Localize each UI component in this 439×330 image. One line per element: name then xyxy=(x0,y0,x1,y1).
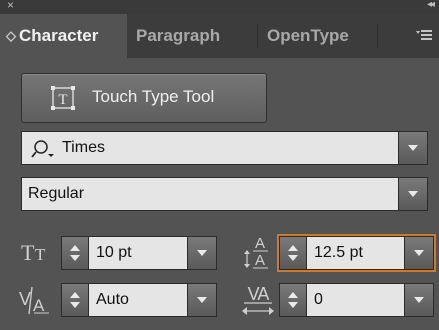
kerning-field[interactable]: Auto xyxy=(61,283,217,317)
tracking-stepper[interactable] xyxy=(280,284,307,316)
close-icon[interactable]: × xyxy=(7,0,14,12)
tracking-value: 0 xyxy=(314,291,323,308)
tab-paragraph-label: Paragraph xyxy=(136,26,221,45)
leading-value: 12.5 pt xyxy=(314,244,363,261)
collapse-icon[interactable]: ◂◂ xyxy=(427,0,435,10)
leading-stepper[interactable] xyxy=(280,237,307,269)
svg-text:VA: VA xyxy=(248,284,270,304)
tab-opentype[interactable]: OpenType xyxy=(258,14,378,58)
font-size-icon: T T xyxy=(20,236,54,271)
chevron-down-icon[interactable] xyxy=(404,237,433,269)
svg-text:A: A xyxy=(255,235,265,252)
svg-text:A: A xyxy=(255,252,265,269)
tab-opentype-label: OpenType xyxy=(267,26,349,45)
svg-text:T: T xyxy=(35,245,46,264)
touch-type-tool-label: Touch Type Tool xyxy=(92,87,215,106)
svg-text:T: T xyxy=(58,92,67,108)
svg-text:A: A xyxy=(33,296,45,315)
tab-divider xyxy=(377,24,378,48)
chevron-down-icon[interactable] xyxy=(404,284,433,316)
kerning-value: Auto xyxy=(96,291,129,308)
touch-type-tool-button[interactable]: T Touch Type Tool xyxy=(21,73,267,123)
search-dropdown-icon[interactable] xyxy=(30,139,56,164)
hamburger-menu-icon[interactable] xyxy=(415,28,433,45)
font-style-select[interactable]: Regular xyxy=(21,177,428,211)
touch-type-icon: T xyxy=(50,85,76,116)
tab-expand-icon: ◇ xyxy=(6,28,16,43)
tracking-field[interactable]: 0 xyxy=(279,283,434,317)
tab-paragraph[interactable]: Paragraph xyxy=(127,14,257,58)
svg-text:T: T xyxy=(21,240,35,265)
chevron-down-icon[interactable] xyxy=(187,237,216,269)
leading-icon: A A xyxy=(244,232,276,275)
font-family-select[interactable]: Times xyxy=(21,131,428,165)
panel-titlebar: × ◂◂ xyxy=(0,0,439,14)
kerning-stepper[interactable] xyxy=(62,284,89,316)
font-style-value: Regular xyxy=(28,185,85,202)
font-family-value: Times xyxy=(62,139,105,156)
chevron-down-icon[interactable] xyxy=(398,132,427,164)
tracking-icon: VA xyxy=(241,281,275,322)
tab-character[interactable]: ◇ Character xyxy=(0,14,127,58)
font-size-value: 10 pt xyxy=(96,244,132,261)
panel-tab-bar: ◇ Character Paragraph OpenType xyxy=(0,14,439,58)
chevron-down-icon[interactable] xyxy=(187,284,216,316)
font-size-stepper[interactable] xyxy=(62,237,89,269)
chevron-down-icon[interactable] xyxy=(398,178,427,210)
tab-character-label: Character xyxy=(19,26,99,45)
font-size-field[interactable]: 10 pt xyxy=(61,236,217,270)
svg-text:V: V xyxy=(19,289,31,309)
leading-field[interactable]: 12.5 pt xyxy=(279,236,434,270)
kerning-icon: V A xyxy=(19,283,55,322)
